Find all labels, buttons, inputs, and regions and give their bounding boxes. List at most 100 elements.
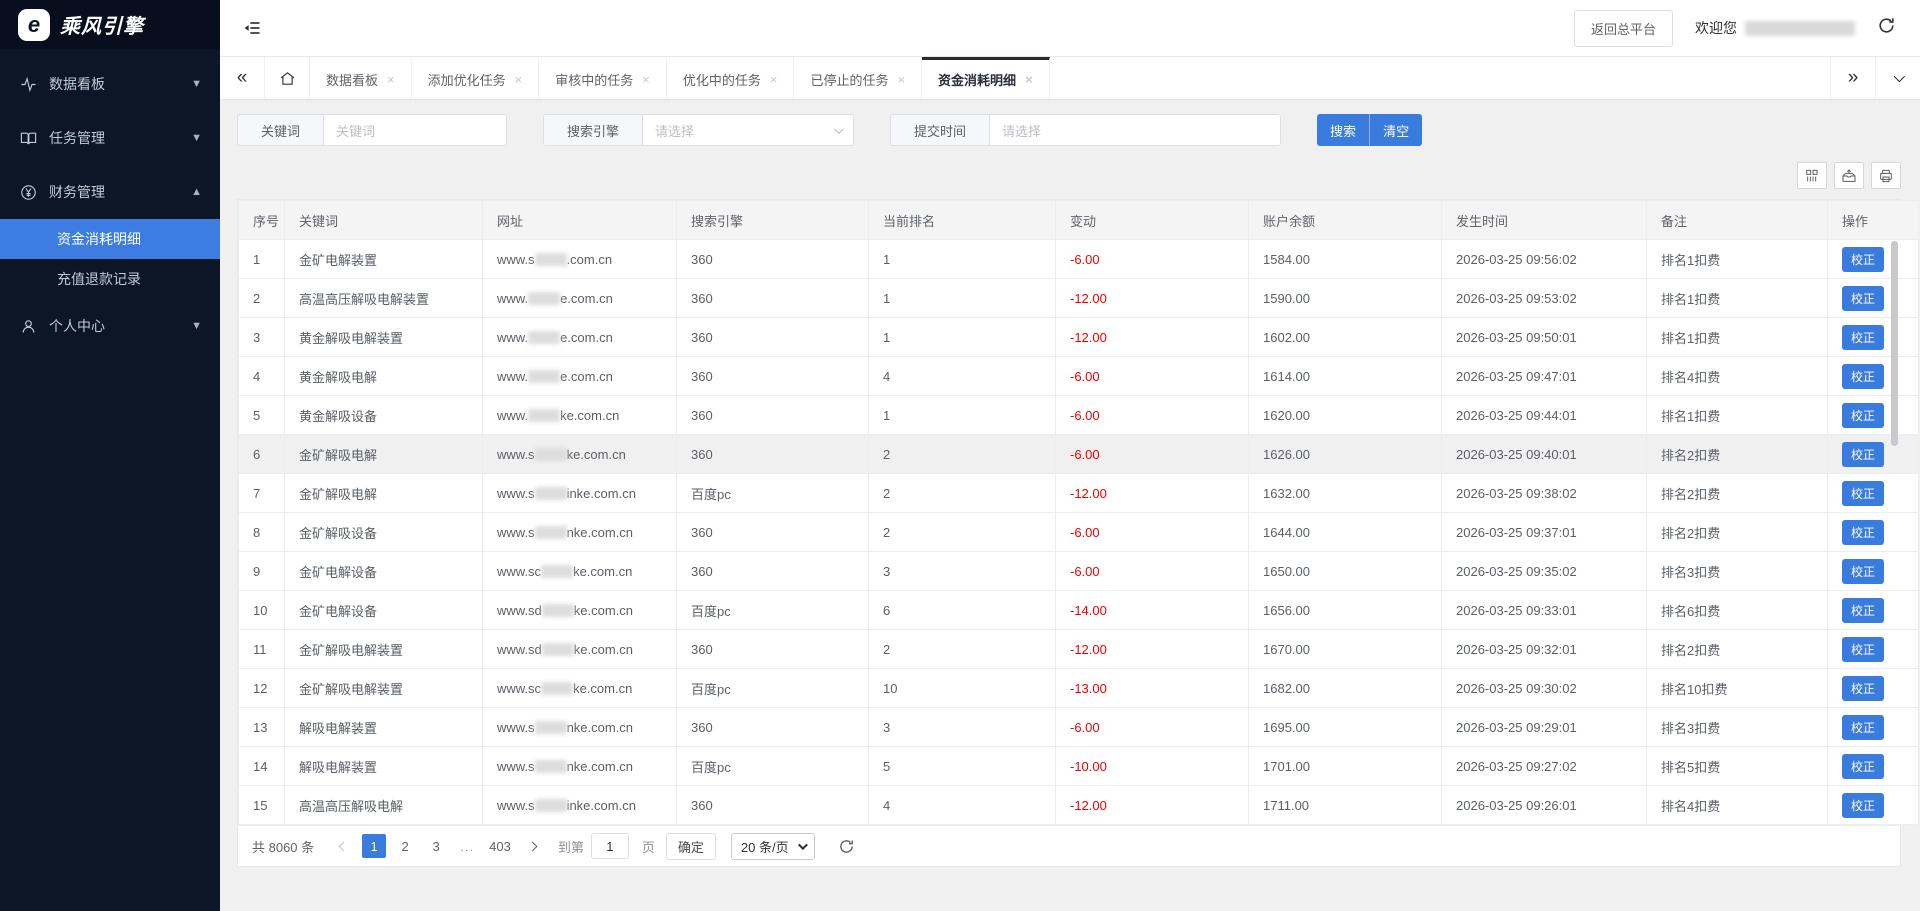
filter-bar: 关键词 关键词 搜索引擎 请选择 提交时间 请选择 [237, 114, 1901, 146]
confirm-button[interactable]: 确定 [666, 833, 716, 860]
url-cell: www.e.com.cn [483, 318, 677, 357]
change-cell: -6.00 [1056, 552, 1249, 591]
correct-button[interactable]: 校正 [1842, 247, 1884, 272]
correct-button[interactable]: 校正 [1842, 442, 1884, 467]
engine-cell: 360 [677, 396, 869, 435]
close-icon[interactable]: × [897, 72, 905, 87]
correct-button[interactable]: 校正 [1842, 364, 1884, 389]
correct-button[interactable]: 校正 [1842, 403, 1884, 428]
page-number-3[interactable]: 3 [424, 834, 448, 858]
time-filter-label: 提交时间 [890, 114, 989, 146]
url-masked [535, 760, 567, 773]
time-cell: 2026-03-25 09:27:02 [1442, 747, 1647, 786]
next-page-icon[interactable] [521, 834, 545, 858]
correct-button[interactable]: 校正 [1842, 637, 1884, 662]
tab-add-optimize-task[interactable]: 添加优化任务 × [412, 57, 540, 99]
page-number-1[interactable]: 1 [362, 834, 386, 858]
close-icon[interactable]: × [1025, 72, 1033, 87]
refresh-icon[interactable] [1877, 16, 1896, 40]
note-cell: 排名2扣费 [1647, 513, 1828, 552]
sidebar-item-recharge-refund-records[interactable]: 充值退款记录 [0, 259, 220, 299]
sidebar-item-finance-management[interactable]: 财务管理▲ [0, 165, 220, 219]
engine-select[interactable]: 请选择 [642, 114, 854, 146]
page-jump-input[interactable] [591, 833, 629, 859]
column-header: 当前排名 [869, 201, 1056, 240]
change-cell: -10.00 [1056, 747, 1249, 786]
balance-cell: 1711.00 [1249, 786, 1442, 825]
index-cell: 5 [239, 396, 285, 435]
correct-button[interactable]: 校正 [1842, 754, 1884, 779]
url-cell: www.snke.com.cn [483, 708, 677, 747]
return-platform-button[interactable]: 返回总平台 [1574, 10, 1673, 47]
table-row: 14解吸电解装置www.snke.com.cn百度pc5-10.001701.0… [239, 747, 1919, 786]
welcome-label: 欢迎您 [1695, 18, 1737, 38]
tabs-scroll-left-icon[interactable]: « [220, 57, 265, 99]
keyword-input[interactable]: 关键词 [323, 114, 507, 146]
correct-button[interactable]: 校正 [1842, 325, 1884, 350]
time-cell: 2026-03-25 09:38:02 [1442, 474, 1647, 513]
keyword-cell: 金矿电解设备 [285, 552, 483, 591]
page-number-2[interactable]: 2 [393, 834, 417, 858]
correct-button[interactable]: 校正 [1842, 715, 1884, 740]
correct-button[interactable]: 校正 [1842, 286, 1884, 311]
time-cell: 2026-03-25 09:33:01 [1442, 591, 1647, 630]
topbar-right: 返回总平台 欢迎您 [1574, 10, 1896, 47]
table-row: 15高温高压解吸电解www.sinke.com.cn3604-12.001711… [239, 786, 1919, 825]
sidebar-item-personal-center[interactable]: 个人中心▼ [0, 299, 220, 353]
table-toolbar [237, 162, 1901, 189]
engine-cell: 360 [677, 708, 869, 747]
change-cell: -6.00 [1056, 240, 1249, 279]
export-button[interactable] [1834, 162, 1864, 189]
clear-button[interactable]: 清空 [1369, 114, 1422, 146]
page-number-403[interactable]: 403 [486, 834, 514, 858]
sidebar-item-fund-consumption-detail[interactable]: 资金消耗明细 [0, 219, 220, 259]
sidebar-item-data-dashboard[interactable]: 数据看板▼ [0, 57, 220, 111]
index-cell: 1 [239, 240, 285, 279]
close-icon[interactable]: × [387, 72, 395, 87]
time-cell: 2026-03-25 09:26:01 [1442, 786, 1647, 825]
keyword-placeholder: 关键词 [336, 121, 375, 140]
action-cell: 校正 [1828, 708, 1919, 747]
index-cell: 7 [239, 474, 285, 513]
url-cell: www.sinke.com.cn [483, 786, 677, 825]
table-row: 12金矿解吸电解装置www.scke.com.cn百度pc10-13.00168… [239, 669, 1919, 708]
correct-button[interactable]: 校正 [1842, 481, 1884, 506]
tabs-scroll-right-icon[interactable]: » [1830, 57, 1875, 99]
keyword-filter-label: 关键词 [237, 114, 323, 146]
rank-cell: 5 [869, 747, 1056, 786]
tabs-menu-chevron-icon[interactable] [1875, 57, 1920, 99]
engine-cell: 360 [677, 357, 869, 396]
home-icon[interactable] [265, 57, 310, 99]
tab-stopped-tasks[interactable]: 已停止的任务× [794, 57, 922, 99]
tab-fund-consumption-detail[interactable]: 资金消耗明细× [922, 57, 1050, 99]
close-icon[interactable]: × [642, 72, 650, 87]
correct-button[interactable]: 校正 [1842, 676, 1884, 701]
page-size-select[interactable]: 20 条/页 [731, 833, 815, 860]
sidebar-item-task-management[interactable]: 任务管理▼ [0, 111, 220, 165]
time-input[interactable]: 请选择 [989, 114, 1281, 146]
close-icon[interactable]: × [770, 72, 778, 87]
sidebar-collapse-icon[interactable] [242, 17, 264, 39]
prev-page-icon[interactable] [331, 834, 355, 858]
index-cell: 6 [239, 435, 285, 474]
table-row: 5黄金解吸设备www.ke.com.cn3601-6.001620.002026… [239, 396, 1919, 435]
table-row: 6金矿解吸电解www.ske.com.cn3602-6.001626.00202… [239, 435, 1919, 474]
close-icon[interactable]: × [515, 72, 523, 87]
note-cell: 排名1扣费 [1647, 318, 1828, 357]
correct-button[interactable]: 校正 [1842, 793, 1884, 818]
sidebar-item-label: 财务管理 [49, 182, 105, 202]
table-scrollbar[interactable] [1891, 241, 1898, 446]
tab-label: 添加优化任务 [428, 70, 506, 89]
tab-data-dashboard[interactable]: 数据看板× [310, 57, 412, 99]
note-cell: 排名1扣费 [1647, 396, 1828, 435]
correct-button[interactable]: 校正 [1842, 598, 1884, 623]
correct-button[interactable]: 校正 [1842, 520, 1884, 545]
tab-optimizing-tasks[interactable]: 优化中的任务× [667, 57, 795, 99]
correct-button[interactable]: 校正 [1842, 559, 1884, 584]
pagination-refresh-icon[interactable] [838, 838, 855, 855]
engine-cell: 360 [677, 630, 869, 669]
search-button[interactable]: 搜索 [1317, 114, 1369, 146]
print-button[interactable] [1871, 162, 1901, 189]
tab-reviewing-tasks[interactable]: 审核中的任务× [539, 57, 667, 99]
column-settings-button[interactable] [1797, 162, 1827, 189]
